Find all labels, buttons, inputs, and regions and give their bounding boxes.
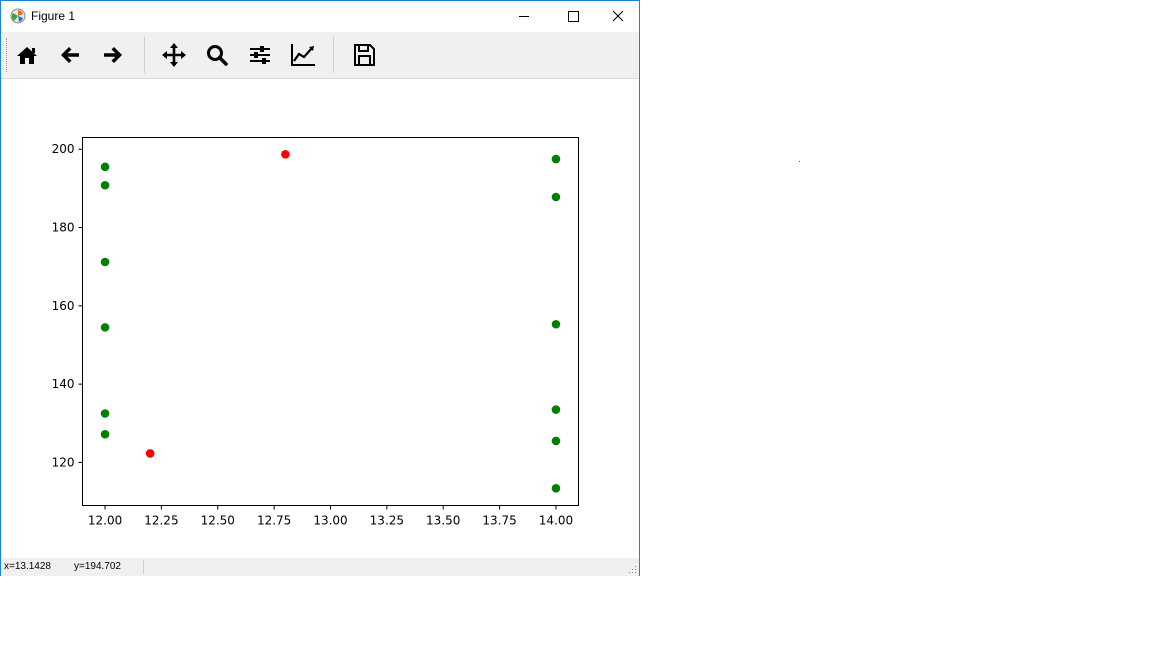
title-bar[interactable]: Figure 1 [1, 1, 639, 32]
y-tick-label: 200 [52, 142, 75, 156]
x-tick-label: 13.00 [313, 514, 347, 528]
y-tick-label: 160 [52, 299, 75, 313]
scatter-plot[interactable]: 12.00 12.25 12.50 12.75 13.00 13.25 13.50 13.75… [1, 80, 639, 558]
data-point [551, 192, 561, 202]
data-point [100, 162, 110, 172]
navigation-toolbar [1, 32, 639, 79]
data-point [100, 180, 110, 190]
cursor-y-readout: y=194.702 [74, 561, 121, 572]
toolbar-grip[interactable] [6, 38, 9, 72]
maximize-button[interactable] [549, 1, 595, 32]
data-point [551, 154, 561, 164]
data-point [100, 429, 110, 439]
data-point [145, 449, 155, 458]
save-icon[interactable] [349, 40, 379, 70]
data-point [100, 409, 110, 418]
x-tick-label: 13.50 [426, 514, 460, 528]
x-tick-label: 12.00 [88, 514, 122, 528]
data-point [551, 436, 561, 446]
edit-axis-icon[interactable] [288, 40, 318, 70]
resize-grip-icon[interactable] [627, 564, 637, 574]
axes-frame [82, 137, 579, 506]
pan-icon[interactable] [159, 40, 189, 70]
y-axis: 120 140 160 180 200 [52, 142, 83, 469]
y-tick-label: 180 [52, 221, 75, 235]
data-point [281, 150, 290, 159]
y-tick-label: 120 [52, 455, 75, 469]
data-point [551, 319, 561, 329]
subplots-icon[interactable] [245, 40, 275, 70]
status-divider [143, 560, 144, 574]
matplotlib-app-icon [10, 8, 26, 24]
window-title: Figure 1 [31, 9, 76, 23]
x-tick-label: 13.25 [370, 514, 404, 528]
y-tick-label: 140 [52, 377, 75, 391]
minimize-button[interactable] [501, 1, 547, 32]
forward-arrow-icon[interactable] [98, 40, 128, 70]
data-point [100, 257, 110, 267]
x-tick-label: 12.25 [144, 514, 178, 528]
x-tick-label: 14.00 [539, 514, 573, 528]
data-point [551, 483, 561, 493]
close-button[interactable] [595, 1, 641, 32]
x-tick-label: 12.50 [201, 514, 235, 528]
x-tick-label: 12.75 [257, 514, 291, 528]
home-icon[interactable] [12, 40, 42, 70]
stray-pixel [799, 161, 800, 162]
toolbar-separator [144, 37, 145, 73]
x-tick-label: 13.75 [482, 514, 516, 528]
x-axis: 12.00 12.25 12.50 12.75 13.00 13.25 13.50 13.75… [88, 505, 573, 528]
figure-canvas[interactable]: 12.00 12.25 12.50 12.75 13.00 13.25 13.50 13.75… [1, 80, 639, 558]
back-arrow-icon[interactable] [55, 40, 85, 70]
cursor-x-readout: x=13.1428 [4, 561, 51, 572]
data-point [551, 405, 561, 414]
toolbar-separator [333, 37, 334, 73]
zoom-icon[interactable] [202, 40, 232, 70]
status-bar: x=13.1428 y=194.702 [1, 558, 639, 576]
data-point [100, 323, 110, 332]
figure-window: Figure 1 12.00 12.25 12.50 12.75 13.00 1… [0, 0, 640, 576]
